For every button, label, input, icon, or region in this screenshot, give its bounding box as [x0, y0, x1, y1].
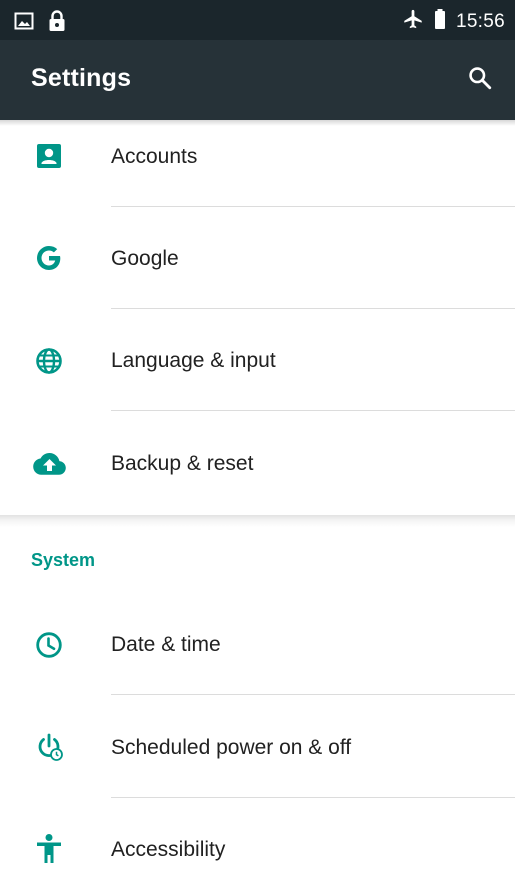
status-time: 15:56: [455, 11, 505, 32]
settings-item-label: Google: [111, 247, 179, 270]
settings-item-scheduled-power[interactable]: Scheduled power on & off: [0, 695, 515, 797]
settings-item-label: Language & input: [111, 349, 276, 372]
settings-item-label: Date & time: [111, 633, 221, 656]
settings-item-label: Accounts: [111, 145, 198, 168]
accessibility-icon: [32, 832, 66, 866]
settings-item-date-time[interactable]: Date & time: [0, 592, 515, 694]
settings-item-backup-reset[interactable]: Backup & reset: [0, 411, 515, 515]
airplane-mode-icon: [402, 8, 424, 36]
google-icon: [32, 241, 66, 275]
section-divider: [0, 515, 515, 527]
settings-item-label: Accessibility: [111, 838, 226, 861]
status-bar: 15:56: [0, 0, 515, 40]
settings-item-language-input[interactable]: Language & input: [0, 309, 515, 410]
section-header-system: System: [31, 550, 96, 570]
settings-item-label: Backup & reset: [111, 452, 254, 475]
settings-item-accounts[interactable]: Accounts: [0, 125, 515, 205]
globe-icon: [32, 344, 66, 378]
settings-item-accessibility[interactable]: Accessibility: [0, 798, 515, 895]
scheduled-power-icon: [32, 730, 66, 764]
app-bar: Settings: [0, 40, 515, 120]
lock-icon: [48, 10, 66, 37]
settings-item-google[interactable]: Google: [0, 207, 515, 308]
status-right-icons: 15:56: [402, 8, 505, 36]
battery-icon: [434, 8, 446, 36]
image-notification-icon: [14, 12, 34, 35]
search-button[interactable]: [463, 63, 497, 97]
search-icon: [467, 65, 493, 96]
clock-icon: [32, 628, 66, 662]
cloud-upload-icon: [32, 447, 66, 481]
settings-item-label: Scheduled power on & off: [111, 736, 352, 759]
page-title: Settings: [31, 64, 132, 92]
status-left-icons: [14, 10, 66, 37]
account-icon: [32, 139, 66, 173]
